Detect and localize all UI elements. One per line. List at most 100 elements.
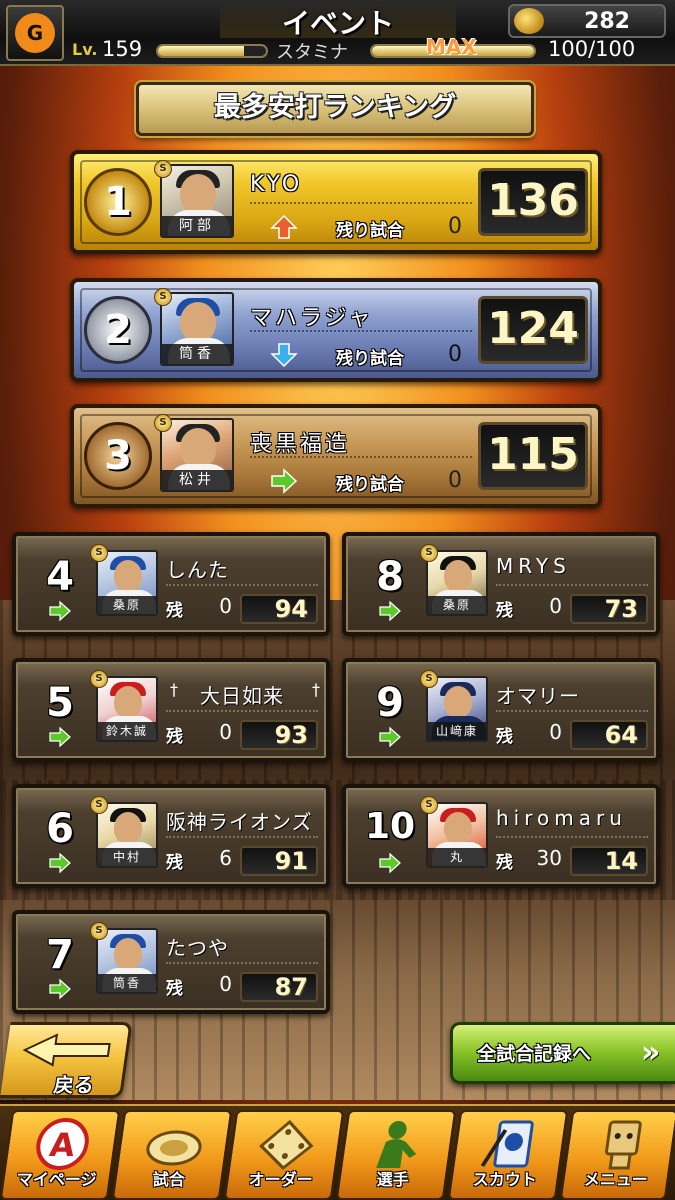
player-portrait: 筒香 [160, 292, 234, 366]
user-name: MRYS [496, 554, 571, 578]
top-bar: G イベント 282 Lv. 159 スタミナ MAX 100/100 [0, 0, 675, 66]
currency-count: 282 [584, 9, 630, 34]
s-rank-badge-icon: S [90, 922, 108, 940]
nav-label: 選手 [376, 1170, 409, 1189]
hit-count: 14 [570, 846, 648, 876]
nav-label: 試合 [152, 1170, 185, 1189]
face-shape [180, 302, 216, 342]
remaining-games-label: 残 [166, 853, 183, 873]
rank-card-9[interactable]: 9 山﨑康 S オマリー 残 0 64 [342, 658, 660, 762]
all-records-button[interactable]: 全試合記録へ » [450, 1022, 675, 1084]
menu-character-icon [605, 1120, 642, 1170]
stamina-value: 100/100 [548, 37, 636, 61]
face-shape [180, 174, 216, 214]
experience-bar-fill [158, 46, 245, 56]
remaining-games-label: 残 [166, 601, 183, 621]
level-value: 159 [102, 37, 143, 61]
name-suffix: † [312, 680, 320, 699]
name-prefix: † [170, 680, 178, 699]
all-records-label: 全試合記録へ [477, 1043, 592, 1065]
rank-number: 7 [46, 932, 74, 978]
trend-same-arrow-icon [49, 852, 71, 874]
s-rank-badge-icon: S [420, 544, 438, 562]
player-name: 阿部 [162, 216, 232, 236]
rank-card-8[interactable]: 8 桑原 S MRYS 残 0 73 [342, 532, 660, 636]
remaining-games-label: 残り試合 [336, 349, 404, 369]
player-portrait: 松井 [160, 418, 234, 492]
rank-number: 4 [46, 554, 74, 600]
remaining-games-label: 残 [496, 601, 513, 621]
bat-coin-icon [514, 8, 544, 34]
s-rank-badge-icon: S [90, 544, 108, 562]
player-name: 山﨑康 [428, 722, 486, 740]
player-icon [376, 1121, 417, 1168]
gold-medal-icon: 1 [84, 168, 152, 236]
trend-down-arrow-icon [270, 343, 298, 368]
player-name: 鈴木誠 [98, 722, 156, 740]
remaining-games-value: 0 [219, 594, 232, 618]
back-button[interactable]: 戻る [0, 1022, 133, 1098]
trend-same-arrow-icon [379, 852, 401, 874]
divider [250, 330, 472, 334]
divider [166, 836, 318, 838]
remaining-games-value: 0 [219, 972, 232, 996]
screen-title: イベント [220, 2, 456, 40]
s-rank-badge-icon: S [154, 288, 172, 306]
player-portrait: 阿部 [160, 164, 234, 238]
remaining-games-value: 0 [219, 720, 232, 744]
rank-card-6[interactable]: 6 中村 S 阪神ライオンズ 残 6 91 [12, 784, 330, 888]
user-name: 阪神ライオンズ [166, 810, 313, 834]
rank-card-10[interactable]: 10 丸 S hiromaru 残 30 14 [342, 784, 660, 888]
player-name: 桑原 [428, 596, 486, 614]
level-label: Lv. [72, 40, 98, 59]
giants-logo-icon[interactable]: G [6, 5, 64, 61]
trend-same-arrow-icon [49, 978, 71, 1000]
rank-card-3[interactable]: 3 松井 S 喪黒福造 残り試合 0 115 [70, 404, 602, 508]
rank-card-5[interactable]: 5 鈴木誠 S † 大日如来 † 残 0 93 [12, 658, 330, 762]
rank-card-7[interactable]: 7 筒香 S たつや 残 0 87 [12, 910, 330, 1014]
nav-players[interactable]: 選手 [335, 1110, 457, 1200]
player-name: 筒香 [162, 344, 232, 364]
divider [166, 710, 318, 712]
divider [496, 710, 648, 712]
hit-count: 73 [570, 594, 648, 624]
player-portrait: 山﨑康 [426, 676, 488, 742]
player-portrait: 桑原 [96, 550, 158, 616]
nav-game[interactable]: 試合 [111, 1110, 233, 1200]
divider [166, 584, 318, 586]
hit-count: 94 [240, 594, 318, 624]
hit-count: 136 [478, 168, 588, 236]
remaining-games-label: 残 [166, 727, 183, 747]
bottom-navigation: A マイページ 試合 オーダー 選手 スカウト メニュー [0, 1104, 675, 1200]
s-rank-badge-icon: S [154, 414, 172, 432]
s-rank-badge-icon: S [420, 796, 438, 814]
divider [496, 836, 648, 838]
player-portrait: 丸 [426, 802, 488, 868]
silver-medal-icon: 2 [84, 296, 152, 364]
rank-number: 10 [364, 806, 416, 847]
rank-card-4[interactable]: 4 桑原 S しんた 残 0 94 [12, 532, 330, 636]
ranking-title-banner: 最多安打ランキング [136, 82, 534, 136]
nav-menu[interactable]: メニュー [559, 1110, 675, 1200]
face-shape [180, 428, 216, 468]
s-rank-badge-icon: S [90, 670, 108, 688]
face-shape [444, 560, 472, 592]
rank-card-2[interactable]: 2 筒香 S マハラジャ 残り試合 0 124 [70, 278, 602, 382]
user-name: マハラジャ [250, 306, 374, 331]
divider [166, 962, 318, 964]
rank-card-1[interactable]: 1 阿部 S KYO 残り試合 0 136 [70, 150, 602, 254]
player-name: 松井 [162, 470, 232, 490]
divider [496, 584, 648, 586]
remaining-games-value: 30 [536, 846, 562, 870]
nav-order[interactable]: オーダー [223, 1110, 345, 1200]
face-shape [444, 812, 472, 844]
currency-box: 282 [508, 4, 666, 38]
nav-mypage[interactable]: A マイページ [0, 1110, 121, 1200]
rank-number: 6 [46, 806, 74, 852]
nav-scout[interactable]: スカウト [447, 1110, 569, 1200]
hit-count: 124 [478, 296, 588, 364]
rank-number: 5 [46, 680, 74, 726]
back-arrow-icon [22, 1033, 111, 1067]
remaining-games-label: 残り試合 [336, 221, 404, 241]
player-portrait: 鈴木誠 [96, 676, 158, 742]
